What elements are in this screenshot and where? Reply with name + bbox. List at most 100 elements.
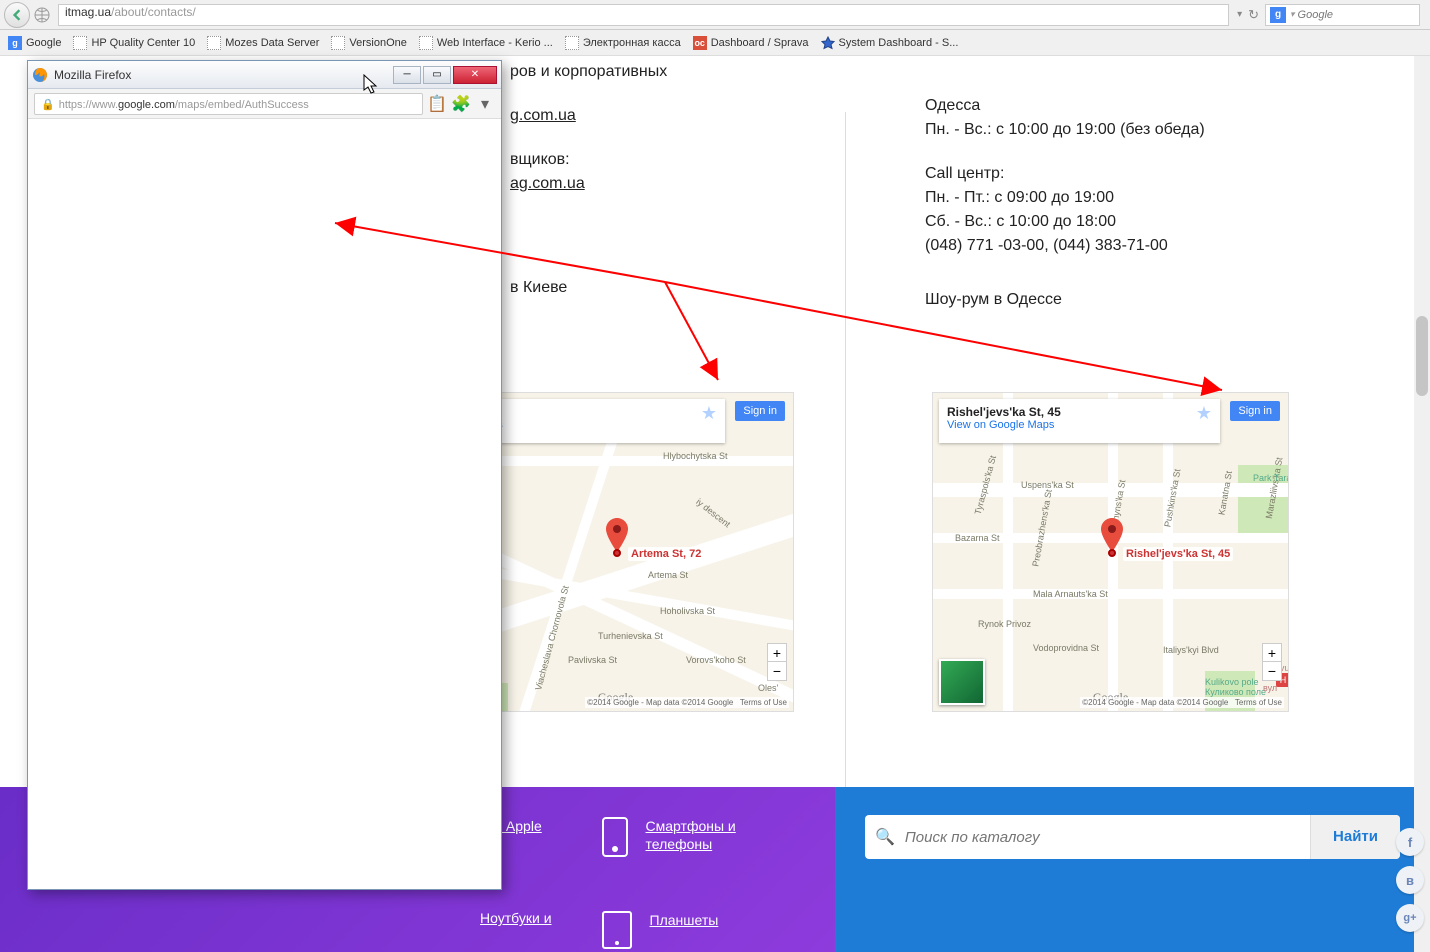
map-address-title: Rishel'jevs'ka St, 45 xyxy=(947,405,1212,419)
map-pin-icon xyxy=(606,518,628,552)
social-fb-button[interactable]: f xyxy=(1396,828,1424,856)
pin-shadow xyxy=(1108,549,1116,557)
bookmark-label: System Dashboard - S... xyxy=(839,37,959,49)
lock-icon: 🔒 xyxy=(41,99,55,111)
street-label: Kulikovo pole Куликово поле xyxy=(1205,677,1266,697)
right-column-text: Одесса Пн. - Вс.: с 10:00 до 19:00 (без … xyxy=(845,56,1205,312)
street-label: Artema St xyxy=(648,570,688,580)
popup-title: Mozilla Firefox xyxy=(54,68,391,82)
bookmark-page-button[interactable]: 📋 xyxy=(427,94,447,114)
view-on-maps-link[interactable]: View on Google Maps xyxy=(947,419,1212,431)
menu-dropdown[interactable]: ▾ xyxy=(475,94,495,114)
footer-link-smartphones[interactable]: Смартфоны и телефоны xyxy=(646,817,756,853)
pin-label: Artema St, 72 xyxy=(628,547,704,561)
close-button[interactable]: ✕ xyxy=(453,66,497,84)
map-signin-button[interactable]: Sign in xyxy=(1230,401,1280,421)
bookmark-label: HP Quality Center 10 xyxy=(91,37,195,49)
globe-icon xyxy=(34,7,50,23)
catalog-search-input[interactable] xyxy=(905,829,1310,846)
map-road xyxy=(496,401,629,712)
bookmark-sysdash[interactable]: System Dashboard - S... xyxy=(817,34,963,52)
map-info-card: Rishel'jevs'ka St, 45 View on Google Map… xyxy=(939,399,1220,443)
scrollbar-thumb[interactable] xyxy=(1416,316,1428,396)
cc-hours: Сб. - Вс.: с 10:00 до 18:00 xyxy=(925,210,1205,234)
bookmark-mozes[interactable]: Mozes Data Server xyxy=(203,34,323,52)
popup-titlebar[interactable]: Mozilla Firefox ─ ▭ ✕ xyxy=(28,61,501,89)
reload-icon[interactable]: ↻ xyxy=(1248,7,1259,23)
phones: (048) 771 -03-00, (044) 383-71-00 xyxy=(925,234,1205,258)
url-path: /about/contacts/ xyxy=(111,5,196,19)
footer-link-notebooks[interactable]: Ноутбуки и xyxy=(480,909,552,927)
favicon-icon xyxy=(331,36,345,50)
google-favicon-icon: g xyxy=(8,36,22,50)
catalog-search-button[interactable]: Найти xyxy=(1310,815,1400,859)
popup-content xyxy=(29,119,500,888)
dropdown-icon[interactable]: ▾ xyxy=(1237,9,1242,20)
footer-link-tablets[interactable]: Планшеты xyxy=(650,911,719,929)
star-icon[interactable]: ★ xyxy=(1196,403,1212,424)
url-path: /maps/embed/AuthSuccess xyxy=(175,99,309,111)
bookmark-label: Web Interface - Kerio ... xyxy=(437,37,553,49)
star-icon[interactable]: ★ xyxy=(701,403,717,424)
call-center-heading: Call центр: xyxy=(925,162,1205,186)
page-scrollbar[interactable] xyxy=(1414,56,1430,952)
terms-link[interactable]: Terms of Use xyxy=(1235,698,1282,707)
street-label: Italiys'kyi Blvd xyxy=(1163,645,1219,655)
map-pin-icon xyxy=(1101,518,1123,552)
email-link[interactable]: g.com.ua xyxy=(510,107,576,124)
bookmark-label: Google xyxy=(26,37,61,49)
city-name: Одесса xyxy=(925,94,1205,118)
odesa-map[interactable]: Tyraspols'ka St Uspens'ka St Preobrazhen… xyxy=(932,392,1289,712)
cc-hours: Пн. - Пт.: с 09:00 до 19:00 xyxy=(925,186,1205,210)
bookmark-google[interactable]: g Google xyxy=(4,34,65,52)
zoom-out-button[interactable]: − xyxy=(1263,662,1281,680)
street-label: Preobrazhens'ka St xyxy=(1030,489,1053,568)
bookmark-label: Электронная касса xyxy=(583,37,681,49)
street-label: Bazarna St xyxy=(955,533,1000,543)
minimize-button[interactable]: ─ xyxy=(393,66,421,84)
bookmark-kerio[interactable]: Web Interface - Kerio ... xyxy=(415,34,557,52)
map-attribution: ©2014 Google - Map data ©2014 Google Ter… xyxy=(585,697,789,708)
map-zoom-controls: +− xyxy=(1262,643,1282,681)
bookmark-sprava[interactable]: ocDashboard / Sprava xyxy=(689,34,813,52)
social-buttons: f в g+ xyxy=(1396,828,1424,932)
bookmark-kassa[interactable]: Электронная касса xyxy=(561,34,685,52)
zoom-in-button[interactable]: + xyxy=(1263,644,1281,662)
showroom-heading: Шоу-рум в Одессе xyxy=(925,288,1205,312)
favicon-icon xyxy=(565,36,579,50)
favicon-icon xyxy=(207,36,221,50)
zoom-in-button[interactable]: + xyxy=(768,644,786,662)
mouse-cursor-icon xyxy=(363,74,381,96)
popup-url-bar: 🔒https://www.google.com/maps/embed/AuthS… xyxy=(28,89,501,119)
bookmark-versionone[interactable]: VersionOne xyxy=(327,34,410,52)
zoom-out-button[interactable]: − xyxy=(768,662,786,680)
tablet-icon xyxy=(602,911,632,949)
street-label: Hlybochytska St xyxy=(663,451,728,461)
maximize-button[interactable]: ▭ xyxy=(423,66,451,84)
bookmarks-bar: g Google HP Quality Center 10 Mozes Data … xyxy=(0,30,1430,56)
satellite-toggle[interactable] xyxy=(939,659,985,705)
social-gplus-button[interactable]: g+ xyxy=(1396,904,1424,932)
favicon-icon: oc xyxy=(693,36,707,50)
street-label: Rynok Privoz xyxy=(978,619,1031,629)
email-link[interactable]: ag.com.ua xyxy=(510,175,585,192)
favicon-icon xyxy=(73,36,87,50)
browser-search-input[interactable]: g ▾ Google xyxy=(1265,4,1420,26)
street-label: Mala Arnauts'ka St xyxy=(1033,589,1108,599)
street-label: Vorovs'koho St xyxy=(686,655,746,665)
map-zoom-controls: +− xyxy=(767,643,787,681)
street-label: Oles' xyxy=(758,683,778,693)
bookmark-hp[interactable]: HP Quality Center 10 xyxy=(69,34,199,52)
terms-link[interactable]: Terms of Use xyxy=(740,698,787,707)
url-host: itmag.ua xyxy=(65,5,111,19)
map-signin-button[interactable]: Sign in xyxy=(735,401,785,421)
back-arrow-icon xyxy=(11,9,23,21)
main-url-input[interactable]: itmag.ua/about/contacts/ xyxy=(58,4,1229,26)
url-domain: google.com xyxy=(118,99,175,111)
back-button[interactable] xyxy=(4,2,30,28)
addons-button[interactable]: 🧩 xyxy=(451,94,471,114)
firefox-icon xyxy=(32,67,48,83)
street-label: Vodoprovidna St xyxy=(1033,643,1099,653)
pin-label: Rishel'jevs'ka St, 45 xyxy=(1123,547,1233,561)
social-vk-button[interactable]: в xyxy=(1396,866,1424,894)
